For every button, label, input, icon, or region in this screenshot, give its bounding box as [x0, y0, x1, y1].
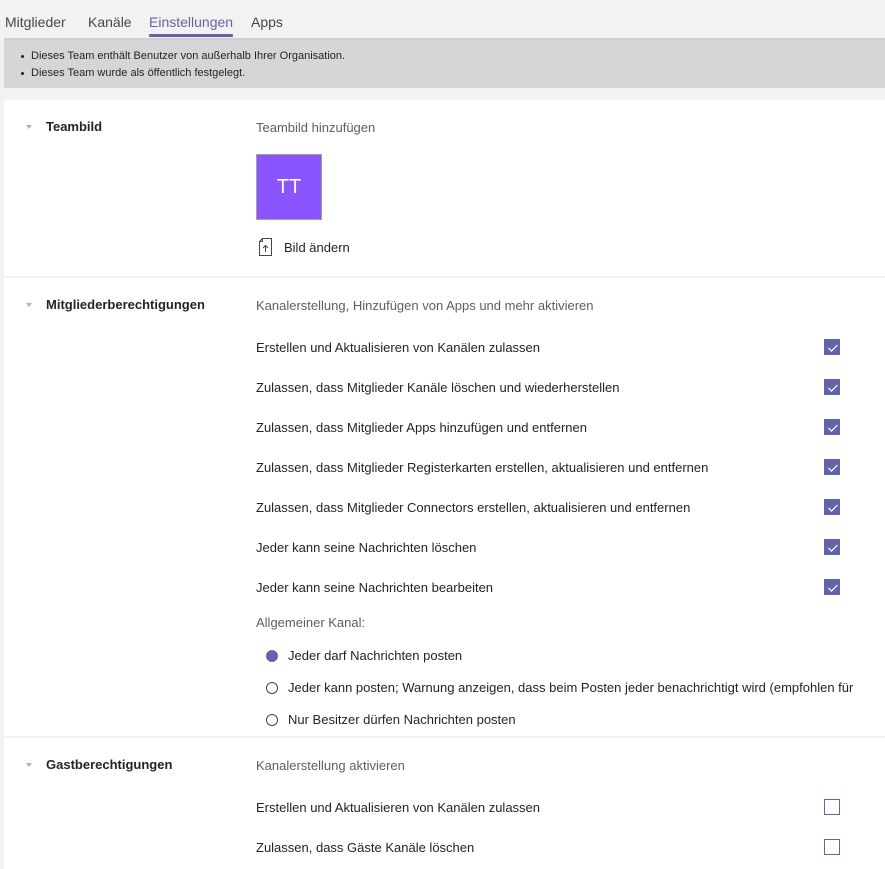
banner-item-public-team: Dieses Team wurde als öffentlich festgel…: [20, 65, 885, 82]
change-picture-label: Bild ändern: [284, 239, 350, 255]
option-label: Zulassen, dass Gäste Kanäle löschen: [256, 840, 475, 855]
option-row: Erstellen und Aktualisieren von Kanälen …: [256, 798, 846, 818]
avatar-initials: TT: [276, 175, 302, 198]
checkbox-guest-create-channels[interactable]: [824, 799, 840, 815]
checkbox-delete-channels[interactable]: [824, 379, 840, 395]
upload-file-icon: [259, 238, 272, 256]
option-row: Zulassen, dass Mitglieder Registerkarten…: [256, 458, 846, 478]
section-title: Mitgliederberechtigungen: [46, 297, 205, 312]
checkmark-icon: [828, 464, 838, 472]
section-title: Gastberechtigungen: [46, 757, 173, 772]
option-row: Zulassen, dass Mitglieder Connectors ers…: [256, 498, 846, 518]
general-channel-label: Allgemeiner Kanal:: [256, 615, 366, 630]
option-label: Zulassen, dass Mitglieder Connectors ers…: [256, 500, 691, 515]
banner-item-external-users: Dieses Team enthält Benutzer von außerha…: [20, 48, 885, 65]
option-row: Jeder kann seine Nachrichten löschen: [256, 538, 846, 558]
radio-button[interactable]: [266, 682, 278, 694]
section-member-permissions: Mitgliederberechtigungen Kanalerstellung…: [4, 278, 885, 736]
option-label: Jeder kann seine Nachrichten löschen: [256, 540, 477, 555]
checkmark-icon: [828, 584, 838, 592]
change-picture-button[interactable]: Bild ändern: [258, 236, 350, 258]
chevron-down-icon[interactable]: [26, 763, 32, 767]
checkbox-edit-messages[interactable]: [824, 579, 840, 595]
tab-kanaele[interactable]: Kanäle: [88, 14, 132, 38]
radio-label: Jeder darf Nachrichten posten: [288, 648, 463, 663]
section-title: Teambild: [46, 119, 103, 134]
checkbox-manage-tabs[interactable]: [824, 459, 840, 475]
section-teambild: Teambild Teambild hinzufügen TT Bild änd…: [4, 100, 885, 276]
checkmark-icon: [828, 344, 838, 352]
option-label: Erstellen und Aktualisieren von Kanälen …: [256, 340, 541, 355]
tab-apps[interactable]: Apps: [251, 14, 283, 38]
section-subtitle: Teambild hinzufügen: [256, 120, 376, 135]
option-label: Zulassen, dass Mitglieder Registerkarten…: [256, 460, 709, 475]
option-row: Zulassen, dass Gäste Kanäle löschen: [256, 838, 846, 858]
radio-label: Jeder kann posten; Warnung anzeigen, das…: [288, 680, 854, 695]
chevron-down-icon[interactable]: [26, 125, 32, 129]
option-row: Jeder kann seine Nachrichten bearbeiten: [256, 578, 846, 598]
radio-button[interactable]: [266, 650, 278, 662]
option-label: Zulassen, dass Mitglieder Kanäle löschen…: [256, 380, 620, 395]
radio-button[interactable]: [266, 714, 278, 726]
tab-bar: Mitglieder Kanäle Einstellungen Apps: [0, 0, 885, 38]
checkbox-delete-messages[interactable]: [824, 539, 840, 555]
section-subtitle: Kanalerstellung aktivieren: [256, 758, 405, 773]
checkbox-create-channels[interactable]: [824, 339, 840, 355]
team-avatar: TT: [256, 154, 322, 220]
chevron-down-icon[interactable]: [26, 303, 32, 307]
option-label: Jeder kann seine Nachrichten bearbeiten: [256, 580, 494, 595]
checkmark-icon: [828, 384, 838, 392]
checkbox-manage-apps[interactable]: [824, 419, 840, 435]
checkmark-icon: [828, 424, 838, 432]
info-banner: Dieses Team enthält Benutzer von außerha…: [4, 38, 885, 88]
tab-mitglieder[interactable]: Mitglieder: [5, 14, 66, 38]
section-guest-permissions: Gastberechtigungen Kanalerstellung aktiv…: [4, 738, 885, 869]
tab-einstellungen[interactable]: Einstellungen: [149, 14, 234, 38]
checkmark-icon: [828, 504, 838, 512]
checkmark-icon: [828, 544, 838, 552]
option-row: Zulassen, dass Mitglieder Apps hinzufüge…: [256, 418, 846, 438]
option-label: Zulassen, dass Mitglieder Apps hinzufüge…: [256, 420, 587, 435]
checkbox-manage-connectors[interactable]: [824, 499, 840, 515]
option-label: Erstellen und Aktualisieren von Kanälen …: [256, 800, 541, 815]
section-subtitle: Kanalerstellung, Hinzufügen von Apps und…: [256, 298, 594, 313]
checkbox-guest-delete-channels[interactable]: [824, 839, 840, 855]
option-row: Erstellen und Aktualisieren von Kanälen …: [256, 338, 846, 358]
radio-label: Nur Besitzer dürfen Nachrichten posten: [288, 712, 516, 727]
option-row: Zulassen, dass Mitglieder Kanäle löschen…: [256, 378, 846, 398]
